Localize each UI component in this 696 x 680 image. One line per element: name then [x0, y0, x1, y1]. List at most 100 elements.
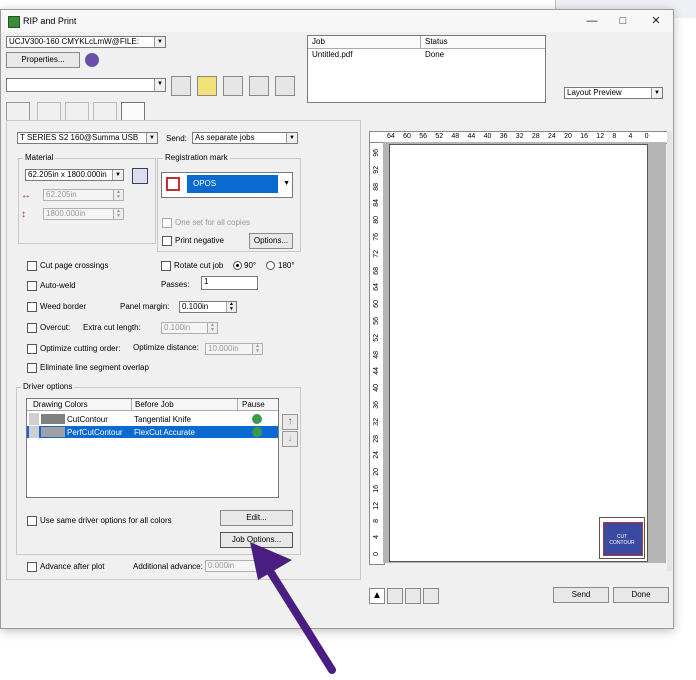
- send-button[interactable]: Send: [553, 587, 609, 603]
- tab-printer[interactable]: [93, 102, 117, 121]
- drawing-colors-header[interactable]: Drawing Colors: [33, 400, 88, 409]
- maximize-button[interactable]: □: [608, 11, 638, 31]
- chevron-down-icon: ▼: [146, 133, 157, 143]
- same-driver-options-checkbox[interactable]: [27, 516, 37, 526]
- ruler-label: 52: [373, 333, 380, 342]
- rotate-180-radio[interactable]: [266, 261, 275, 270]
- tab-general[interactable]: [6, 102, 30, 121]
- driver-row-cutcontour[interactable]: CutContour Tangential Knife: [27, 413, 278, 425]
- additional-advance-value: 0.000in: [208, 561, 235, 570]
- ruler-label: 72: [373, 249, 380, 258]
- spin-arrows[interactable]: ▲ ▼: [113, 190, 123, 200]
- cutter-select[interactable]: T SERIES S2 160@Summa USB ▼: [17, 132, 158, 144]
- panel-margin-input[interactable]: 0.100in ▲ ▼: [179, 301, 237, 313]
- job-table[interactable]: Job Status Untitled.pdf Done: [307, 35, 546, 103]
- play-icon[interactable]: [252, 414, 262, 424]
- ruler-label: 0: [373, 552, 380, 557]
- width-icon: ↔: [21, 190, 31, 201]
- passes-input[interactable]: 1: [201, 276, 258, 290]
- preview-scrollbar[interactable]: [667, 131, 672, 571]
- move-down-icon[interactable]: ↓: [282, 431, 298, 447]
- driver-options-table[interactable]: Drawing Colors Before Job Pause CutConto…: [26, 398, 279, 498]
- before-job-header[interactable]: Before Job: [135, 400, 174, 409]
- optimize-distance-input[interactable]: 10.000in ▲ ▼: [205, 343, 263, 355]
- view-select[interactable]: Layout Preview ▼: [564, 87, 663, 99]
- eliminate-overlap-label: Eliminate line segment overlap: [40, 363, 149, 372]
- job-thumbnail[interactable]: CUT CONTOUR: [599, 517, 645, 559]
- send-mode-value: As separate jobs: [195, 133, 255, 142]
- additional-advance-label: Additional advance:: [133, 562, 203, 571]
- spin-arrows[interactable]: ▲ ▼: [226, 302, 236, 312]
- rotate-90-radio[interactable]: [233, 261, 242, 270]
- ruler-label: 48: [451, 133, 460, 140]
- material-height-input[interactable]: 1800.000in ▲ ▼: [43, 208, 124, 220]
- status-column-header[interactable]: Status: [425, 37, 448, 46]
- print-preview-icon[interactable]: [405, 588, 421, 604]
- color-swatch: [41, 414, 65, 424]
- auto-weld-checkbox[interactable]: [27, 281, 37, 291]
- save-icon[interactable]: [171, 76, 191, 96]
- pointer-icon[interactable]: ▲: [369, 588, 385, 604]
- printer-info-icon[interactable]: [85, 53, 99, 67]
- one-set-checkbox[interactable]: [162, 218, 172, 228]
- zoom-in-icon[interactable]: [387, 588, 403, 604]
- material-calendar-icon[interactable]: [132, 168, 148, 184]
- spin-arrows[interactable]: ▲ ▼: [252, 344, 262, 354]
- printer-select[interactable]: UCJV300-160 CMYKLcLmW@FILE: ▼: [6, 36, 166, 48]
- delete-icon[interactable]: [249, 76, 269, 96]
- material-width-input[interactable]: 62.205in ▲ ▼: [43, 189, 124, 201]
- job-row-name[interactable]: Untitled.pdf: [312, 50, 352, 59]
- print-negative-checkbox[interactable]: [162, 236, 172, 246]
- spin-arrows[interactable]: ▲ ▼: [207, 323, 217, 333]
- driver-row-perfcutcontour[interactable]: PerfCutContour FlexCut Accurate: [27, 426, 278, 438]
- print-negative-label: Print negative: [175, 236, 224, 245]
- cut-page-crossings-label: Cut page crossings: [40, 261, 109, 270]
- done-button[interactable]: Done: [613, 587, 669, 603]
- ruler-label: 40: [483, 133, 492, 140]
- material-size-select[interactable]: 62.205in x 1800.000in ▼: [25, 169, 124, 181]
- extra-cut-length-input[interactable]: 0.100in ▲ ▼: [161, 322, 218, 334]
- weed-border-checkbox[interactable]: [27, 302, 37, 312]
- optimize-distance-label: Optimize distance:: [133, 343, 199, 352]
- move-up-icon[interactable]: ↑: [282, 414, 298, 430]
- chevron-down-icon: ▼: [286, 133, 297, 143]
- chevron-down-icon: ▼: [154, 37, 165, 47]
- cut-page-crossings-checkbox[interactable]: [27, 261, 37, 271]
- ruler-label: 12: [373, 501, 380, 510]
- ruler-label: 64: [387, 133, 395, 140]
- copy-icon[interactable]: [275, 76, 295, 96]
- pause-header[interactable]: Pause: [242, 400, 265, 409]
- eliminate-overlap-checkbox[interactable]: [27, 363, 37, 373]
- view-select-value: Layout Preview: [567, 88, 622, 97]
- edit-button[interactable]: Edit...: [220, 510, 293, 526]
- send-mode-select[interactable]: As separate jobs ▼: [192, 132, 298, 144]
- close-button[interactable]: ✕: [641, 11, 671, 31]
- zoom-out-icon[interactable]: [423, 588, 439, 604]
- optimize-cutting-order-checkbox[interactable]: [27, 344, 37, 354]
- ruler-label: 48: [373, 350, 380, 359]
- tab-layout[interactable]: [37, 102, 61, 121]
- properties-button[interactable]: Properties...: [6, 52, 80, 68]
- ruler-label: 60: [403, 133, 411, 140]
- rotate-cut-job-checkbox[interactable]: [161, 261, 171, 271]
- job-row-status[interactable]: Done: [425, 50, 444, 59]
- color-name: CutContour: [67, 415, 108, 424]
- save-as-icon[interactable]: [197, 76, 217, 96]
- job-select[interactable]: ▼: [6, 78, 166, 92]
- tool-icon: [29, 426, 39, 438]
- spellcheck-icon[interactable]: [223, 76, 243, 96]
- title-bar: RIP and Print — □ ✕: [1, 10, 673, 32]
- overcut-checkbox[interactable]: [27, 323, 37, 333]
- spin-arrows[interactable]: ▲ ▼: [113, 209, 123, 219]
- registration-mark-select[interactable]: OPOS ▼: [161, 172, 293, 198]
- ruler-label: 16: [373, 485, 380, 493]
- tab-cut[interactable]: [121, 102, 145, 121]
- minimize-button[interactable]: —: [577, 11, 607, 31]
- tab-color[interactable]: [65, 102, 89, 121]
- registration-options-button[interactable]: Options...: [249, 233, 293, 249]
- advance-after-plot-checkbox[interactable]: [27, 562, 37, 572]
- ruler-label: 12: [596, 133, 605, 140]
- ruler-label: 40: [373, 384, 380, 392]
- job-column-header[interactable]: Job: [312, 37, 325, 46]
- play-icon[interactable]: [252, 427, 262, 437]
